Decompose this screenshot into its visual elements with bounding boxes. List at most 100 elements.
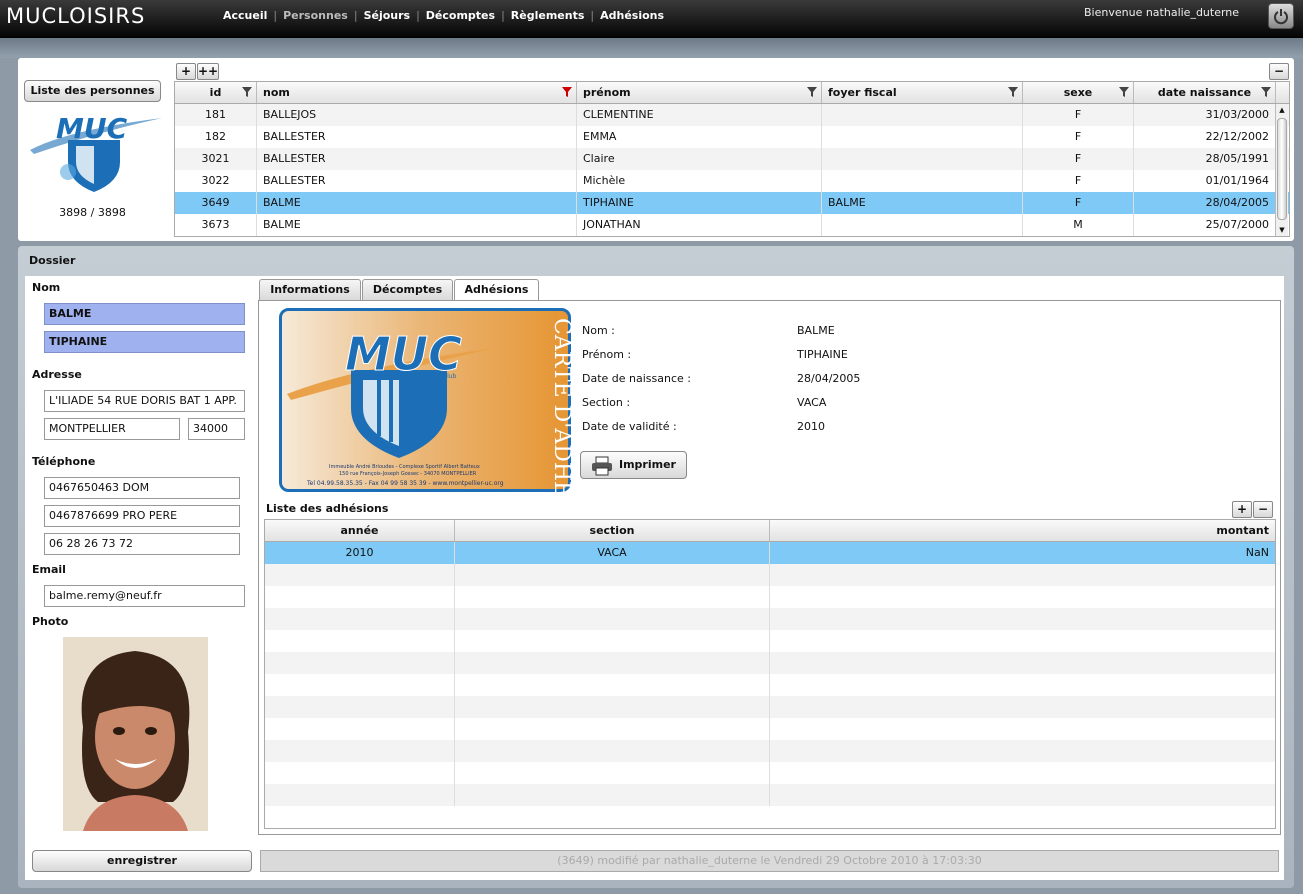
table-row[interactable]: 3022 BALLESTER Michèle F 01/01/1964 (175, 170, 1289, 192)
table-row[interactable] (265, 652, 1275, 674)
table-row[interactable]: 3649 BALME TIPHAINE BALME F 28/04/2005 (175, 192, 1289, 214)
table-cell (265, 718, 455, 740)
col-prenom[interactable]: prénom (577, 82, 822, 103)
adresse-field[interactable]: L'ILIADE 54 RUE DORIS BAT 1 APP. (44, 390, 245, 412)
table-row[interactable] (265, 784, 1275, 806)
col-section[interactable]: section (455, 520, 770, 541)
save-button[interactable]: enregistrer (32, 850, 252, 872)
table-row[interactable]: 3673 BALME JONATHAN M 25/07/2000 (175, 214, 1289, 236)
table-row[interactable] (265, 740, 1275, 762)
table-row[interactable] (265, 762, 1275, 784)
filter-icon[interactable] (1261, 87, 1271, 97)
nav-decomptes[interactable]: Décomptes (421, 9, 500, 22)
table-row[interactable] (265, 630, 1275, 652)
col-sexe[interactable]: sexe (1023, 82, 1134, 103)
add-multiple-button[interactable]: ++ (197, 63, 219, 80)
adhesions-grid: année section montant 2010 VACA NaN (264, 519, 1276, 829)
ville-field[interactable]: MONTPELLIER (44, 418, 180, 440)
adhesion-remove-button[interactable]: − (1253, 501, 1273, 518)
adresse-label: Adresse (32, 368, 82, 381)
table-cell (822, 126, 1023, 148)
table-cell (822, 170, 1023, 192)
table-cell: Claire (577, 148, 822, 170)
welcome-text: Bienvenue nathalie_duterne (1084, 6, 1240, 19)
table-cell: BALLESTER (257, 148, 577, 170)
filter-icon[interactable] (242, 87, 252, 97)
tab-informations[interactable]: Informations (259, 279, 361, 301)
adhesion-add-button[interactable]: + (1232, 501, 1252, 518)
prenom-field[interactable]: TIPHAINE (44, 331, 245, 353)
col-montant[interactable]: montant (770, 520, 1275, 541)
tel3-field[interactable]: 06 28 26 73 72 (44, 533, 240, 555)
table-cell (822, 104, 1023, 126)
table-cell: 3021 (175, 148, 257, 170)
nom-field[interactable]: BALME (44, 303, 245, 325)
table-cell (265, 740, 455, 762)
table-row[interactable]: 182 BALLESTER EMMA F 22/12/2002 (175, 126, 1289, 148)
table-row[interactable] (265, 586, 1275, 608)
table-cell: F (1023, 170, 1134, 192)
nav-sejours[interactable]: Séjours (359, 9, 416, 22)
tel1-field[interactable]: 0467650463 DOM (44, 477, 240, 499)
member-photo (63, 637, 208, 831)
table-cell (455, 564, 770, 586)
filter-active-icon[interactable] (562, 87, 572, 97)
member-info-value: TIPHAINE (797, 348, 848, 361)
collapse-button[interactable]: − (1269, 63, 1289, 80)
member-info-label: Prénom : (582, 348, 632, 361)
member-info-label: Date de naissance : (582, 372, 691, 385)
table-cell (455, 586, 770, 608)
nav-personnes[interactable]: Personnes (278, 9, 353, 22)
table-row[interactable]: 181 BALLEJOS CLEMENTINE F 31/03/2000 (175, 104, 1289, 126)
table-cell: BALLESTER (257, 170, 577, 192)
filter-icon[interactable] (1119, 87, 1129, 97)
member-info-label: Date de validité : (582, 420, 677, 433)
table-cell (455, 762, 770, 784)
col-nom[interactable]: nom (257, 82, 577, 103)
table-cell: 2010 (265, 542, 455, 564)
print-button[interactable]: Imprimer (580, 451, 687, 479)
table-cell: VACA (455, 542, 770, 564)
filter-icon[interactable] (1008, 87, 1018, 97)
table-row[interactable] (265, 608, 1275, 630)
table-row[interactable]: 2010 VACA NaN (265, 542, 1275, 564)
persons-scrollbar[interactable]: ▲ ▼ (1275, 104, 1288, 236)
table-cell (770, 784, 1275, 806)
logout-button[interactable] (1268, 3, 1294, 29)
col-id[interactable]: id (175, 82, 257, 103)
card-addr1: Immeuble André Brioudes - Complexe Sport… (329, 463, 480, 470)
table-row[interactable]: 3021 BALLESTER Claire F 28/05/1991 (175, 148, 1289, 170)
col-annee[interactable]: année (265, 520, 455, 541)
table-cell (455, 696, 770, 718)
col-foyer[interactable]: foyer fiscal (822, 82, 1023, 103)
table-cell: 01/01/1964 (1134, 170, 1276, 192)
adhesions-grid-header: année section montant (265, 520, 1275, 542)
filter-icon[interactable] (807, 87, 817, 97)
table-row[interactable] (265, 718, 1275, 740)
col-date[interactable]: date naissance (1134, 82, 1276, 103)
table-row[interactable] (265, 674, 1275, 696)
member-card: MUC Montpellier Université Club Immeuble… (279, 308, 571, 492)
cp-field[interactable]: 34000 (188, 418, 245, 440)
app-logo: MUCLOISIRS (6, 4, 146, 28)
nav-accueil[interactable]: Accueil (218, 9, 272, 22)
table-cell: 28/05/1991 (1134, 148, 1276, 170)
table-cell: BALME (257, 214, 577, 236)
add-button[interactable]: + (176, 63, 196, 80)
tel2-field[interactable]: 0467876699 PRO PERE (44, 505, 240, 527)
nav-reglements[interactable]: Règlements (506, 9, 590, 22)
list-persons-button[interactable]: Liste des personnes (24, 80, 161, 102)
table-cell: JONATHAN (577, 214, 822, 236)
tab-adhesions[interactable]: Adhésions (454, 279, 539, 302)
power-icon (1274, 9, 1288, 25)
email-field[interactable]: balme.remy@neuf.fr (44, 585, 245, 607)
table-row[interactable] (265, 564, 1275, 586)
nav-adhesions[interactable]: Adhésions (595, 9, 669, 22)
member-info-value: 28/04/2005 (797, 372, 861, 385)
printer-icon (592, 456, 612, 476)
table-row[interactable] (265, 696, 1275, 718)
tab-decomptes[interactable]: Décomptes (362, 279, 453, 301)
table-cell: 3649 (175, 192, 257, 214)
table-cell (455, 652, 770, 674)
telephone-label: Téléphone (32, 455, 96, 468)
